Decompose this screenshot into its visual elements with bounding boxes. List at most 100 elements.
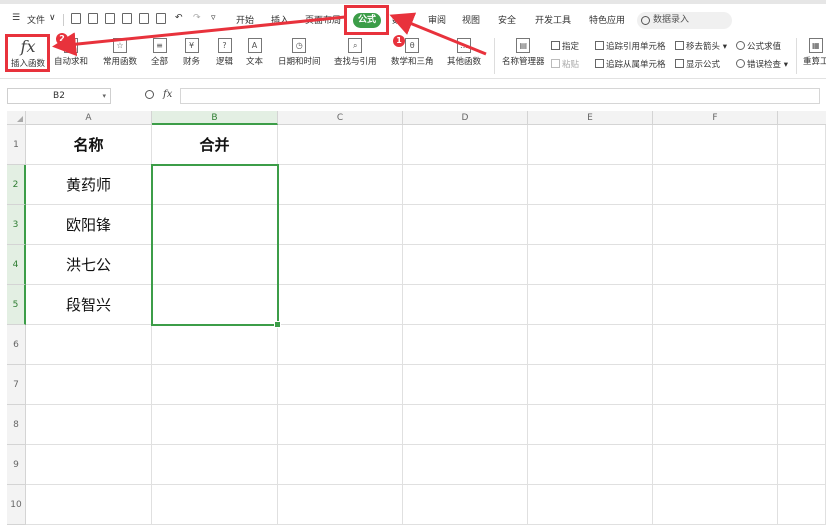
grid-cell[interactable]: [26, 325, 152, 365]
grid-cell[interactable]: [778, 125, 826, 165]
grid-cell[interactable]: [528, 245, 653, 285]
grid-cell[interactable]: [26, 365, 152, 405]
row-header-9[interactable]: 9: [7, 445, 26, 485]
column-header-d[interactable]: D: [403, 111, 528, 125]
name-box[interactable]: B2 ▾: [7, 88, 111, 104]
formula-input[interactable]: [180, 88, 820, 104]
chevron-down-icon[interactable]: ▾: [102, 89, 106, 103]
print-preview-icon[interactable]: [156, 13, 166, 24]
cell-a4[interactable]: 洪七公: [26, 245, 152, 285]
export-icon[interactable]: [122, 13, 132, 24]
grid-cell[interactable]: [778, 485, 826, 525]
grid-cell[interactable]: [403, 325, 528, 365]
grid-cell[interactable]: [528, 445, 653, 485]
grid-cell[interactable]: [653, 365, 778, 405]
trace-precedents-button[interactable]: 追踪引用单元格: [595, 40, 666, 52]
text-functions-button[interactable]: A 文本: [246, 38, 263, 67]
grid-cell[interactable]: [403, 165, 528, 205]
cell-a5[interactable]: 段智兴: [26, 285, 152, 325]
column-header-f[interactable]: F: [653, 111, 778, 125]
grid-cell[interactable]: [278, 165, 403, 205]
grid-cell[interactable]: [403, 405, 528, 445]
tab-page-layout[interactable]: 页面布局: [305, 13, 341, 26]
grid-cell[interactable]: [278, 205, 403, 245]
grid-cell[interactable]: [653, 165, 778, 205]
grid-cell[interactable]: [653, 485, 778, 525]
specify-button[interactable]: 指定: [551, 40, 579, 52]
grid-cell[interactable]: [26, 445, 152, 485]
tab-security[interactable]: 安全: [498, 13, 516, 26]
cell-a2[interactable]: 黄药师: [26, 165, 152, 205]
grid-cell[interactable]: [778, 205, 826, 245]
column-header-a[interactable]: A: [26, 111, 152, 125]
show-formulas-button[interactable]: 显示公式: [675, 58, 720, 70]
grid-cell[interactable]: [278, 405, 403, 445]
error-check-button[interactable]: 错误检查 ▾: [736, 58, 788, 70]
grid-cell[interactable]: [403, 125, 528, 165]
column-header-b[interactable]: B: [152, 111, 278, 125]
evaluate-formula-button[interactable]: 公式求值: [736, 40, 781, 52]
grid-cell[interactable]: [278, 485, 403, 525]
grid-cell[interactable]: [778, 365, 826, 405]
grid-cell[interactable]: [528, 365, 653, 405]
customize-icon[interactable]: ▿: [211, 13, 216, 23]
tab-review[interactable]: 审阅: [428, 13, 446, 26]
column-header-e[interactable]: E: [528, 111, 653, 125]
paste-name-button[interactable]: 粘贴: [551, 58, 579, 70]
grid-cell[interactable]: [653, 125, 778, 165]
financial-button[interactable]: ¥ 财务: [183, 38, 200, 67]
tab-special[interactable]: 特色应用: [589, 13, 625, 26]
grid-cell[interactable]: [26, 485, 152, 525]
tab-view[interactable]: 视图: [462, 13, 480, 26]
all-functions-button[interactable]: ≡ 全部: [151, 38, 168, 67]
name-manager-button[interactable]: ▤ 名称管理器: [502, 38, 545, 67]
grid-cell[interactable]: [778, 445, 826, 485]
hamburger-icon[interactable]: ☰: [12, 13, 20, 23]
cell-b1[interactable]: 合并: [152, 125, 278, 165]
row-header-5[interactable]: 5: [7, 285, 26, 325]
grid-cell[interactable]: [152, 405, 278, 445]
row-header-4[interactable]: 4: [7, 245, 26, 285]
grid-cell[interactable]: [653, 245, 778, 285]
row-header-3[interactable]: 3: [7, 205, 26, 245]
grid-cell[interactable]: [653, 205, 778, 245]
grid-cell[interactable]: [528, 325, 653, 365]
remove-arrows-button[interactable]: 移去箭头 ▾: [675, 40, 727, 52]
column-header-c[interactable]: C: [278, 111, 403, 125]
grid-cell[interactable]: [653, 405, 778, 445]
cell-a1[interactable]: 名称: [26, 125, 152, 165]
grid-cell[interactable]: [403, 365, 528, 405]
date-time-button[interactable]: ◷ 日期和时间: [278, 38, 321, 67]
file-menu[interactable]: 文件: [27, 13, 45, 26]
tab-insert[interactable]: 插入: [271, 13, 289, 26]
grid-cell[interactable]: [653, 325, 778, 365]
grid-cell[interactable]: [152, 365, 278, 405]
grid-cell[interactable]: [152, 485, 278, 525]
row-header-7[interactable]: 7: [7, 365, 26, 405]
grid-cell[interactable]: [278, 245, 403, 285]
redo-icon[interactable]: ↷: [193, 13, 201, 23]
lookup-reference-button[interactable]: ⌕ 查找与引用: [334, 38, 377, 67]
grid-cell[interactable]: [403, 285, 528, 325]
grid-cell[interactable]: [528, 165, 653, 205]
grid-cell[interactable]: [778, 285, 826, 325]
grid-cell[interactable]: [152, 325, 278, 365]
recalculate-button[interactable]: ▦ 重算工: [803, 38, 826, 67]
cell-a3[interactable]: 欧阳锋: [26, 205, 152, 245]
grid-cell[interactable]: [528, 405, 653, 445]
grid-cell[interactable]: [778, 405, 826, 445]
fill-handle[interactable]: [274, 321, 281, 328]
grid-cell[interactable]: [528, 285, 653, 325]
new-file-icon[interactable]: [71, 13, 81, 24]
grid-cell[interactable]: [278, 325, 403, 365]
common-functions-button[interactable]: ☆ 常用函数: [103, 38, 137, 67]
grid-cell[interactable]: [778, 245, 826, 285]
chevron-down-icon[interactable]: ∨: [49, 13, 56, 23]
row-header-6[interactable]: 6: [7, 325, 26, 365]
grid-cell[interactable]: [778, 325, 826, 365]
row-header-2[interactable]: 2: [7, 165, 26, 205]
grid-cell[interactable]: [653, 445, 778, 485]
trace-dependents-button[interactable]: 追踪从属单元格: [595, 58, 666, 70]
open-folder-icon[interactable]: [88, 13, 98, 24]
grid-cell[interactable]: [26, 405, 152, 445]
